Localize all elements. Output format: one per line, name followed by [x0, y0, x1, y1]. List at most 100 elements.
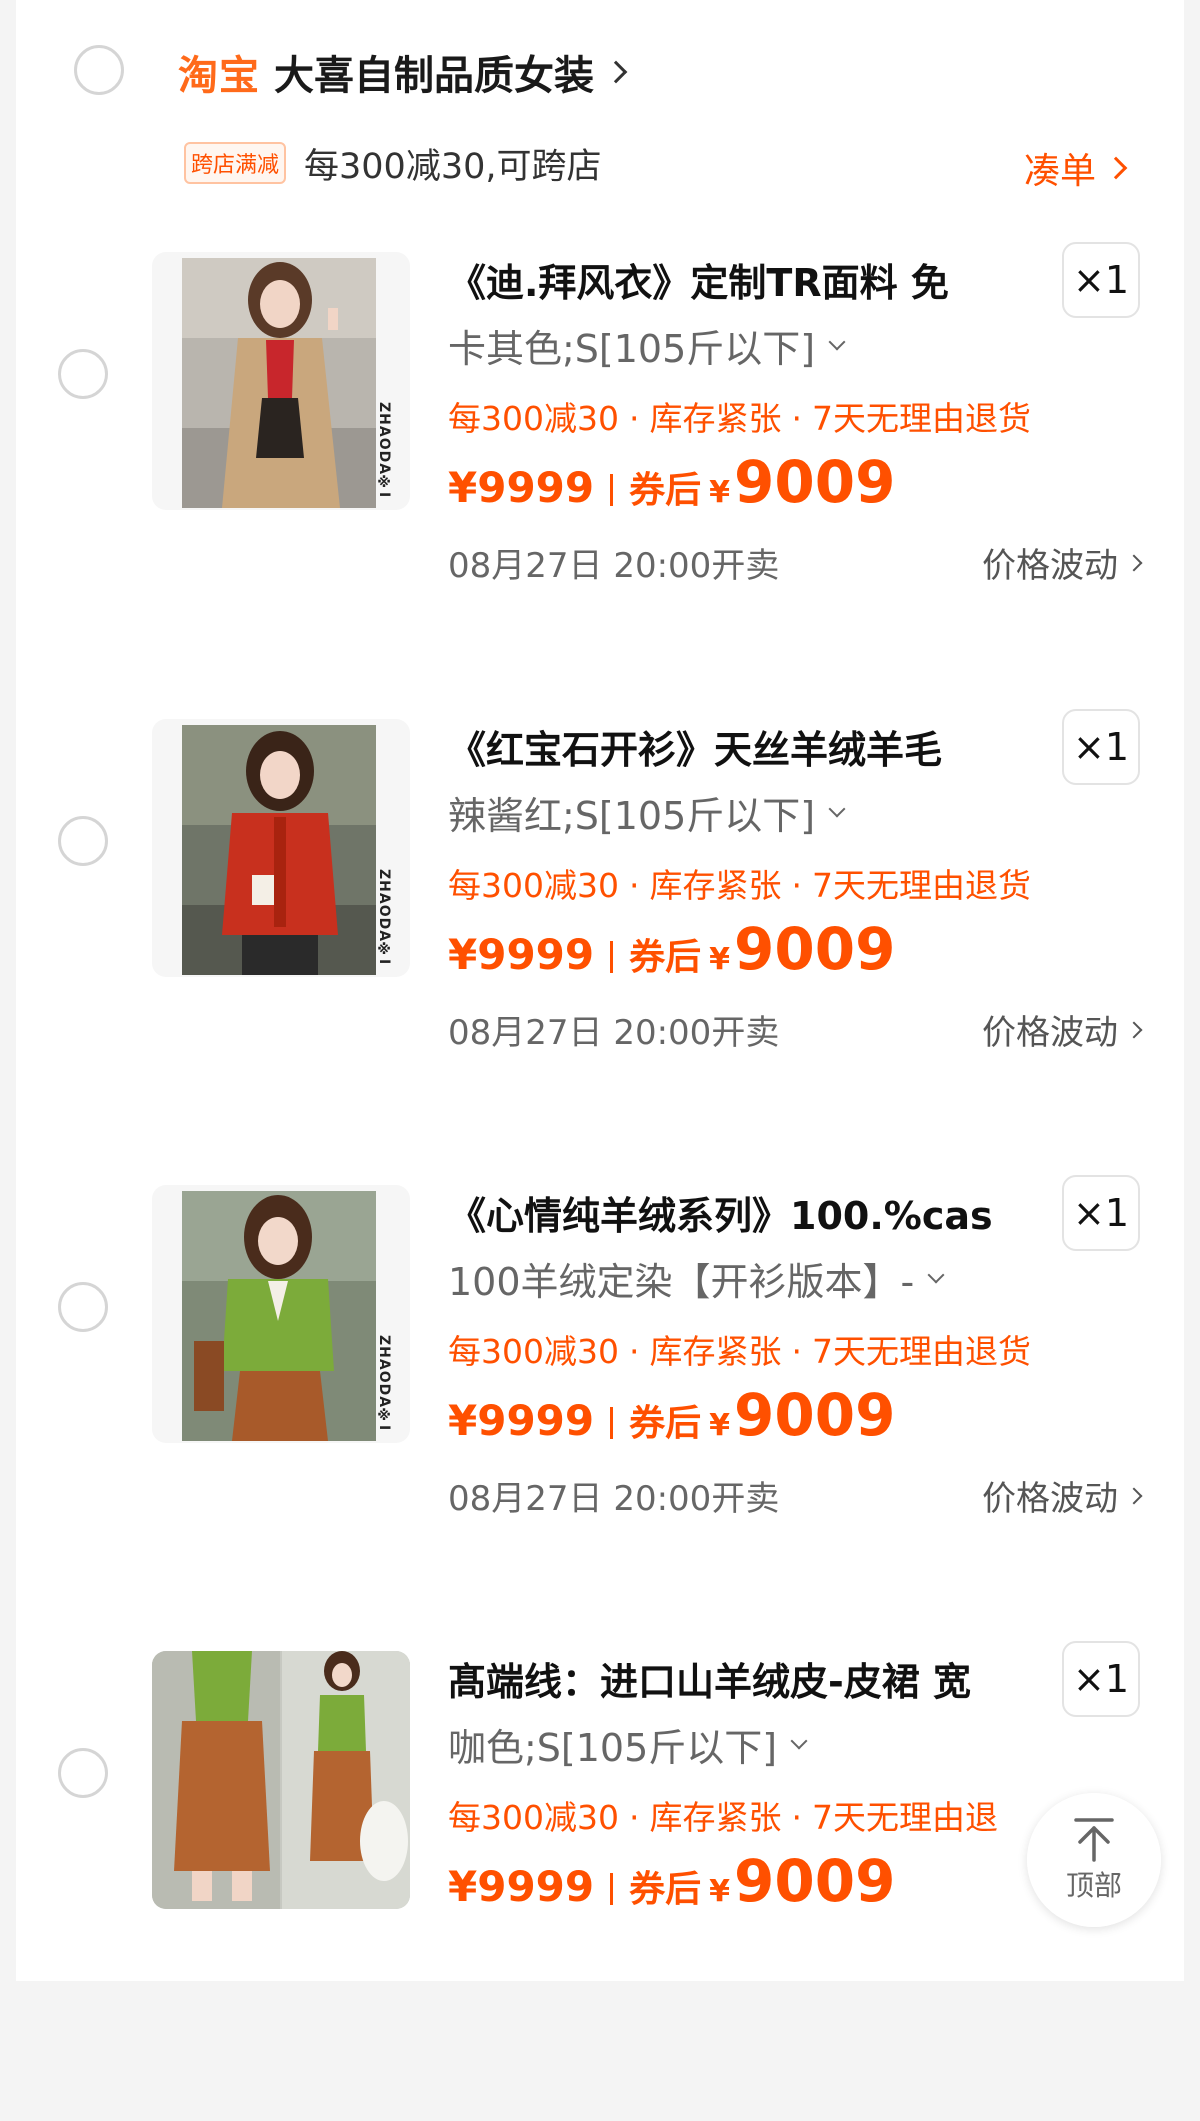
cart-item: ZHAODA※I 《迪.拜风衣》定制TR面料 免 ×1 卡其色;S[105斤以下…	[16, 242, 1184, 722]
price-fluctuation-link[interactable]: 价格波动	[982, 1005, 1143, 1054]
sale-start-time: 08月27日 20:00开卖	[448, 1013, 780, 1053]
price-divider	[610, 941, 614, 973]
price-fluctuation-link[interactable]: 价格波动	[982, 538, 1143, 587]
coupon-price: 9009	[734, 915, 896, 983]
sku-selector[interactable]: 100羊绒定染【开衫版本】-	[448, 1251, 945, 1306]
product-thumbnail[interactable]: ZHAODA※I	[152, 1185, 410, 1443]
tag-low-stock: 库存紧张	[649, 1332, 782, 1371]
currency-symbol: ¥	[709, 942, 731, 977]
product-photo	[182, 1191, 376, 1441]
original-price: ¥9999	[448, 930, 595, 979]
price-row: ¥9999 券后 ¥ 9009	[448, 448, 895, 516]
tag-return-policy: 7天无理由退货	[811, 399, 1031, 438]
benefit-tags: 每300减30 · 库存紧张 · 7天无理由退货	[448, 1332, 1031, 1371]
cart-item: ZHAODA※I 《心情纯羊绒系列》100.%cas ×1 100羊绒定染【开衫…	[16, 1175, 1184, 1655]
benefit-tags: 每300减30 · 库存紧张 · 7天无理由退	[448, 1798, 998, 1837]
arrow-up-to-top-icon	[1074, 1818, 1114, 1862]
original-price: ¥9999	[448, 463, 595, 512]
shop-promo-row: 跨店满减 每300减30,可跨店	[184, 138, 601, 188]
tag-discount: 每300减30	[448, 399, 619, 438]
tag-low-stock: 库存紧张	[649, 866, 782, 905]
product-photo	[182, 725, 376, 975]
product-thumbnail[interactable]: ZHAODA※I	[152, 252, 410, 510]
coupon-label: 券后	[629, 1403, 702, 1444]
coupon-price: 9009	[734, 1847, 896, 1915]
price-divider	[610, 1407, 614, 1439]
add-on-label: 凑单	[1023, 151, 1096, 192]
original-price: ¥9999	[448, 1396, 595, 1445]
price-fluctuation-label: 价格波动	[982, 1479, 1118, 1519]
item-select-radio[interactable]	[58, 349, 108, 399]
coupon-label: 券后	[629, 937, 702, 978]
sku-selector[interactable]: 卡其色;S[105斤以下]	[448, 318, 846, 373]
coupon-price: 9009	[734, 448, 896, 516]
tag-discount: 每300减30	[448, 1332, 619, 1371]
sku-label: 卡其色;S[105斤以下]	[448, 327, 816, 371]
coupon-label: 券后	[629, 1869, 702, 1910]
quantity-stepper[interactable]: ×1	[1062, 709, 1140, 785]
sale-start-time: 08月27日 20:00开卖	[448, 1479, 780, 1519]
product-thumbnail[interactable]	[152, 1651, 410, 1909]
brand-watermark: ZHAODA※I	[376, 1335, 392, 1432]
shop-select-radio[interactable]	[74, 45, 124, 95]
price-row: ¥9999 券后 ¥ 9009	[448, 1847, 895, 1915]
original-price: ¥9999	[448, 1862, 595, 1911]
product-title[interactable]: 《红宝石开衫》天丝羊绒羊毛	[448, 719, 1038, 774]
tag-return-policy: 7天无理由退货	[811, 1332, 1031, 1371]
tag-discount: 每300减30	[448, 866, 619, 905]
price-row: ¥9999 券后 ¥ 9009	[448, 915, 895, 983]
back-to-top-button[interactable]: 顶部	[1027, 1793, 1161, 1927]
taobao-logo: 淘宝	[178, 53, 260, 99]
chevron-down-icon	[828, 333, 846, 350]
tag-return-policy: 7天无理由退	[811, 1798, 998, 1837]
tag-low-stock: 库存紧张	[649, 1798, 782, 1837]
quantity-stepper[interactable]: ×1	[1062, 1175, 1140, 1251]
sku-label: 100羊绒定染【开衫版本】-	[448, 1260, 915, 1304]
price-fluctuation-link[interactable]: 价格波动	[982, 1471, 1143, 1520]
item-select-radio[interactable]	[58, 1282, 108, 1332]
currency-symbol: ¥	[709, 1408, 731, 1443]
coupon-label: 券后	[629, 470, 702, 511]
currency-symbol: ¥	[709, 475, 731, 510]
cart-item: 髙端线：进口山羊绒皮-皮裙 宽 ×1 咖色;S[105斤以下] 每300减30 ·…	[16, 1641, 1184, 2121]
back-to-top-label: 顶部	[1065, 1869, 1122, 1902]
shop-name[interactable]: 大喜自制品质女装	[274, 43, 594, 101]
price-row: ¥9999 券后 ¥ 9009	[448, 1381, 895, 1449]
quantity-stepper[interactable]: ×1	[1062, 242, 1140, 318]
product-title[interactable]: 《心情纯羊绒系列》100.%cas	[448, 1185, 1038, 1240]
quantity-stepper[interactable]: ×1	[1062, 1641, 1140, 1717]
sku-label: 辣酱红;S[105斤以下]	[448, 794, 816, 838]
product-title[interactable]: 《迪.拜风衣》定制TR面料 免	[448, 252, 1038, 307]
sale-start-time: 08月27日 20:00开卖	[448, 546, 780, 586]
tag-low-stock: 库存紧张	[649, 399, 782, 438]
chevron-right-icon	[1104, 156, 1128, 180]
price-divider	[610, 474, 614, 506]
product-photo	[152, 1651, 410, 1909]
cart-shop-card: 淘宝 大喜自制品质女装 跨店满减 每300减30,可跨店 凑单 ZHAODA※I	[16, 0, 1184, 1981]
chevron-right-icon	[1125, 1021, 1143, 1038]
item-select-radio[interactable]	[58, 1748, 108, 1798]
currency-symbol: ¥	[709, 1874, 731, 1909]
chevron-right-icon	[1125, 1487, 1143, 1504]
promo-tag: 跨店满减	[184, 142, 287, 184]
benefit-tags: 每300减30 · 库存紧张 · 7天无理由退货	[448, 399, 1031, 438]
benefit-tags: 每300减30 · 库存紧张 · 7天无理由退货	[448, 866, 1031, 905]
tag-discount: 每300减30	[448, 1798, 619, 1837]
cart-item: ZHAODA※I 《红宝石开衫》天丝羊绒羊毛 ×1 辣酱红;S[105斤以下] …	[16, 709, 1184, 1189]
product-thumbnail[interactable]: ZHAODA※I	[152, 719, 410, 977]
price-divider	[610, 1873, 614, 1905]
chevron-right-icon	[604, 60, 628, 84]
chevron-right-icon	[1125, 554, 1143, 571]
add-on-button[interactable]: 凑单	[1023, 142, 1128, 194]
shop-header[interactable]: 淘宝 大喜自制品质女装	[178, 43, 628, 101]
chevron-down-icon	[828, 800, 846, 817]
sku-selector[interactable]: 咖色;S[105斤以下]	[448, 1717, 808, 1772]
sku-selector[interactable]: 辣酱红;S[105斤以下]	[448, 785, 846, 840]
product-title[interactable]: 髙端线：进口山羊绒皮-皮裙 宽	[448, 1651, 1038, 1706]
chevron-down-icon	[790, 1732, 808, 1749]
product-photo	[182, 258, 376, 508]
item-select-radio[interactable]	[58, 816, 108, 866]
promo-text: 每300减30,可跨店	[304, 146, 602, 187]
sku-label: 咖色;S[105斤以下]	[448, 1726, 778, 1770]
coupon-price: 9009	[734, 1381, 896, 1449]
